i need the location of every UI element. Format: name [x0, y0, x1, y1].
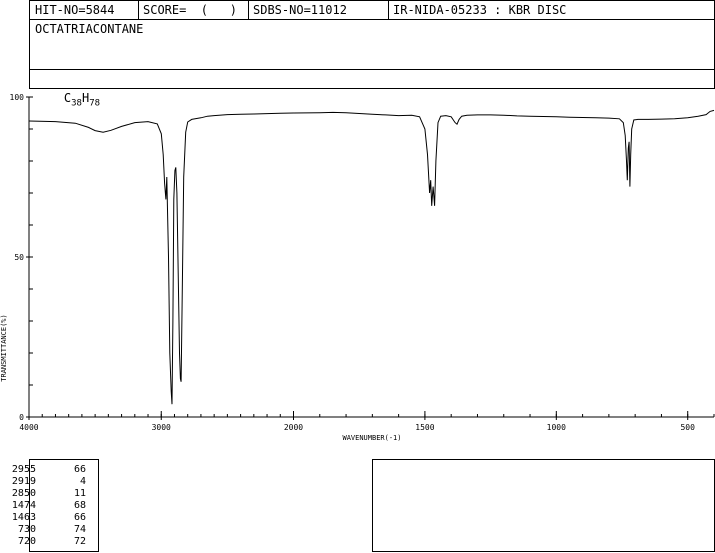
peak-wavenumber: 2919: [11, 476, 36, 487]
peak-row: 720 72: [18, 536, 98, 548]
peak-row: 2955 66: [12, 464, 98, 476]
peak-transmittance: 4: [79, 476, 86, 487]
peak-row: 730 74: [18, 524, 98, 536]
score-field: SCORE= ( ): [143, 3, 237, 17]
peak-wavenumber: 720: [17, 536, 36, 547]
measurement-method: IR-NIDA-05233 : KBR DISC: [393, 3, 567, 17]
peak-wavenumber: 1474: [11, 500, 36, 511]
peak-wavenumber: 730: [17, 524, 36, 535]
x-axis-label: WAVENUMBER(-1): [342, 434, 401, 442]
x-tick-label: 4000: [19, 423, 38, 432]
header-separator: [30, 69, 714, 70]
peak-row: 1463 66: [12, 512, 98, 524]
y-tick-label: 0: [19, 413, 24, 422]
sdbs-number: SDBS-NO=11012: [253, 3, 347, 17]
spectrum-line: [28, 109, 715, 405]
peak-table: 2955 66 2919 4 2850 11 1474 68 1463 66 730 74 720 72: [12, 459, 99, 552]
x-tick-label: 500: [680, 423, 695, 432]
x-tick-label: 2000: [284, 423, 303, 432]
peak-rows: 2955 66 2919 4 2850 11 1474 68 1463 66 730 74 720 72: [12, 464, 98, 548]
structure-box: [372, 459, 715, 552]
peak-row: 2850 11: [12, 488, 98, 500]
peak-transmittance: 68: [73, 500, 86, 511]
hit-number: HIT-NO=5844: [35, 3, 115, 17]
peak-wavenumber: 1463: [11, 512, 36, 523]
peak-transmittance: 74: [73, 524, 86, 535]
y-axis-label: TRANSMITTANCE(%): [0, 314, 8, 381]
peak-row: 2919 4: [12, 476, 98, 488]
header-box: HIT-NO=5844 SCORE= ( ) SDBS-NO=11012 IR-…: [29, 0, 715, 108]
ir-spectrum-chart: 0 50 100 4000 3000 2000 1500 1000 500 WAVENUMBER…: [0, 93, 715, 442]
x-tick-label: 3000: [152, 423, 171, 432]
peak-transmittance: 72: [73, 536, 86, 547]
y-tick-label: 50: [14, 253, 24, 262]
peak-transmittance: 66: [73, 464, 86, 475]
peak-wavenumber: 2955: [11, 464, 36, 475]
peak-transmittance: 66: [73, 512, 86, 523]
chart-ticks: 0 50 100 4000 3000 2000 1500 1000 500: [10, 93, 715, 432]
peak-wavenumber: 2850: [11, 488, 36, 499]
peak-transmittance: 11: [73, 488, 86, 499]
compound-name: OCTATRIACONTANE: [35, 22, 144, 36]
x-tick-label: 1000: [547, 423, 566, 432]
x-tick-label: 1500: [415, 423, 434, 432]
y-tick-label: 100: [10, 93, 25, 102]
chart-axes: [28, 97, 714, 418]
peak-row: 1474 68: [12, 500, 98, 512]
molecular-formula: C38H78: [30, 71, 714, 108]
